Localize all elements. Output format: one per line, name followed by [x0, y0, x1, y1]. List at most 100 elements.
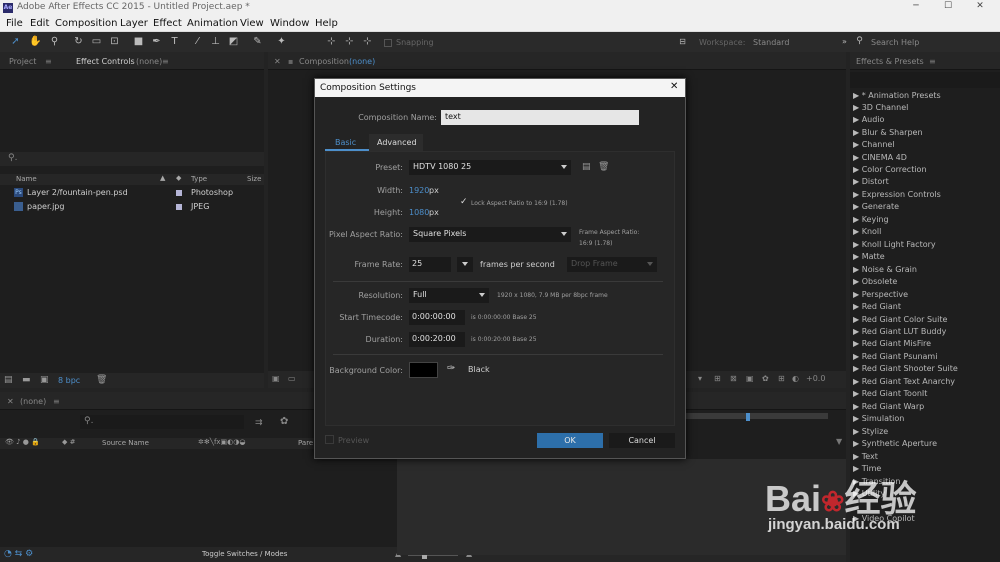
list-item[interactable]: ▶ Distort — [853, 177, 889, 186]
workspace-menu-icon[interactable]: » — [838, 35, 851, 48]
resolution-select[interactable]: Full — [409, 288, 489, 303]
render-time-icon[interactable]: ◔ ⇆ ⚙ — [4, 549, 33, 559]
preset-select[interactable]: HDTV 1080 25 — [409, 160, 571, 175]
close-tab-icon[interactable]: ✕ — [7, 397, 14, 406]
column-parent[interactable]: Pare — [298, 439, 313, 447]
list-item[interactable]: ▶ Channel — [853, 140, 895, 149]
menu-composition[interactable]: Composition — [55, 18, 117, 29]
list-item[interactable]: ▶ Expression Controls — [853, 190, 941, 199]
menu-animation[interactable]: Animation — [187, 18, 238, 29]
new-folder-icon[interactable]: ▬ — [22, 375, 31, 385]
snapshot-icon[interactable]: ▣ — [272, 374, 280, 383]
list-item[interactable]: ▶ Knoll — [853, 227, 881, 236]
panel-menu-icon[interactable]: ≡ — [162, 57, 169, 66]
list-item[interactable]: ▶ Matte — [853, 252, 885, 261]
maximize-button[interactable]: ☐ — [938, 1, 958, 11]
exposure-value[interactable]: +0.0 — [806, 374, 825, 383]
toggle-switches-modes[interactable]: Toggle Switches / Modes — [202, 550, 287, 558]
list-item[interactable]: ▶ Perspective — [853, 290, 908, 299]
rotate-tool-icon[interactable]: ↻ — [72, 35, 85, 48]
list-item[interactable]: ▶ Synthetic Aperture — [853, 439, 937, 448]
roto-brush-tool-icon[interactable]: ✎ — [251, 35, 264, 48]
lock-aspect-checkbox[interactable]: ✓ — [460, 197, 468, 207]
pan-behind-tool-icon[interactable]: ⊡ — [108, 35, 121, 48]
show-snapshot-icon[interactable]: ▭ — [288, 374, 296, 383]
comp-mini-flowchart-icon[interactable]: ⇉ — [255, 418, 263, 428]
tab-advanced[interactable]: Advanced — [369, 134, 423, 151]
timeline-icon[interactable]: ⊞ — [778, 374, 785, 383]
tab-effect-controls[interactable]: Effect Controls — [76, 57, 135, 66]
eye-icon[interactable]: 👁 ♪ ● 🔒 — [5, 438, 40, 446]
search-help-input[interactable]: Search Help — [871, 38, 919, 47]
list-item[interactable]: ▶ Red Giant ToonIt — [853, 389, 927, 398]
menu-help[interactable]: Help — [315, 18, 338, 29]
tab-composition[interactable]: Composition — [299, 57, 349, 66]
trash-icon[interactable]: 🗑 — [96, 375, 107, 385]
list-item[interactable]: ▶ 3D Channel — [853, 103, 908, 112]
list-item[interactable]: ▶ Red Giant Shooter Suite — [853, 364, 958, 373]
time-navigator[interactable] — [686, 413, 828, 419]
column-size[interactable]: Size — [247, 175, 261, 183]
column-name[interactable]: Name — [16, 175, 37, 183]
type-tool-icon[interactable]: T — [168, 35, 181, 48]
brush-tool-icon[interactable]: ⁄ — [191, 35, 204, 48]
menu-file[interactable]: File — [6, 18, 23, 29]
project-search-bar[interactable]: ⚲. — [0, 152, 264, 166]
list-item[interactable]: ▶ Noise & Grain — [853, 265, 917, 274]
align-icon[interactable]: ⊹ — [325, 35, 338, 48]
list-item[interactable]: ▶ Audio — [853, 115, 884, 124]
list-item[interactable]: ▶ Red Giant Text Anarchy — [853, 377, 955, 386]
ok-button[interactable]: OK — [537, 433, 603, 448]
time-indicator[interactable] — [746, 413, 750, 421]
snapping-checkbox[interactable] — [384, 39, 392, 47]
close-dialog-button[interactable]: ✕ — [670, 81, 678, 92]
cancel-button[interactable]: Cancel — [609, 433, 675, 448]
list-item[interactable]: ▶ Color Correction — [853, 165, 927, 174]
zoom-slider-track[interactable] — [408, 555, 458, 556]
interpret-footage-icon[interactable]: ▤ — [4, 375, 13, 385]
menu-window[interactable]: Window — [270, 18, 309, 29]
list-item[interactable]: ▶ Red Giant Warp — [853, 402, 924, 411]
grid-options-icon[interactable]: ▾ — [698, 374, 702, 383]
save-preset-icon[interactable]: ▤ — [582, 162, 591, 172]
close-window-button[interactable]: ✕ — [970, 1, 990, 11]
camera-tool-icon[interactable]: ▭ — [90, 35, 103, 48]
list-item[interactable]: ▶ * Animation Presets — [853, 91, 941, 100]
background-color-swatch[interactable] — [409, 362, 438, 378]
menu-edit[interactable]: Edit — [30, 18, 49, 29]
distribute-icon[interactable]: ⊹ — [343, 35, 356, 48]
transparency-grid-icon[interactable]: ⊠ — [730, 374, 737, 383]
menu-effect[interactable]: Effect — [153, 18, 182, 29]
fast-previews-icon[interactable]: ✿ — [762, 374, 769, 383]
column-type[interactable]: Type — [191, 175, 207, 183]
panel-menu-icon[interactable]: ≡ — [929, 57, 936, 66]
list-item[interactable]: ▶ Keying — [853, 215, 889, 224]
list-item[interactable]: ▶ Text — [853, 452, 878, 461]
close-tab-icon[interactable]: ✕ — [274, 57, 281, 66]
preview-checkbox[interactable] — [325, 435, 334, 444]
tab-timeline[interactable]: (none) — [20, 397, 46, 406]
selection-tool-icon[interactable]: ➚ — [9, 35, 22, 48]
duration-input[interactable]: 0:00:20:00 — [409, 332, 465, 347]
workspace-icon[interactable]: ⊟ — [676, 35, 689, 48]
lock-icon[interactable]: ▪ — [288, 57, 293, 66]
drop-frame-select[interactable]: Drop Frame — [567, 257, 657, 272]
table-row[interactable]: paper.jpg JPEG — [0, 201, 264, 214]
list-item[interactable]: ▶ CINEMA 4D — [853, 153, 907, 162]
pen-tool-icon[interactable]: ✒ — [150, 35, 163, 48]
list-item[interactable]: ▶ Generate — [853, 202, 899, 211]
pixel-aspect-select[interactable]: Square Pixels — [409, 227, 571, 242]
timeline-search-input[interactable]: ⚲. — [80, 415, 244, 429]
menu-view[interactable]: View — [240, 18, 264, 29]
list-item[interactable]: ▶ Red Giant — [853, 302, 901, 311]
table-row[interactable]: Ps Layer 2/fountain-pen.psd Photoshop — [0, 187, 264, 200]
start-timecode-input[interactable]: 0:00:00:00 — [409, 310, 465, 325]
list-item[interactable]: ▶ Simulation — [853, 414, 904, 423]
sort-icon[interactable]: ▲ — [160, 174, 165, 182]
list-item[interactable]: ▶ Stylize — [853, 427, 888, 436]
new-composition-icon[interactable]: ▣ — [40, 375, 49, 385]
panel-menu-icon[interactable]: ≡ — [53, 397, 60, 406]
bpc-button[interactable]: 8 bpc — [58, 376, 80, 385]
draft-3d-icon[interactable]: ✿ — [280, 416, 288, 427]
height-value[interactable]: 1080 — [409, 208, 429, 217]
